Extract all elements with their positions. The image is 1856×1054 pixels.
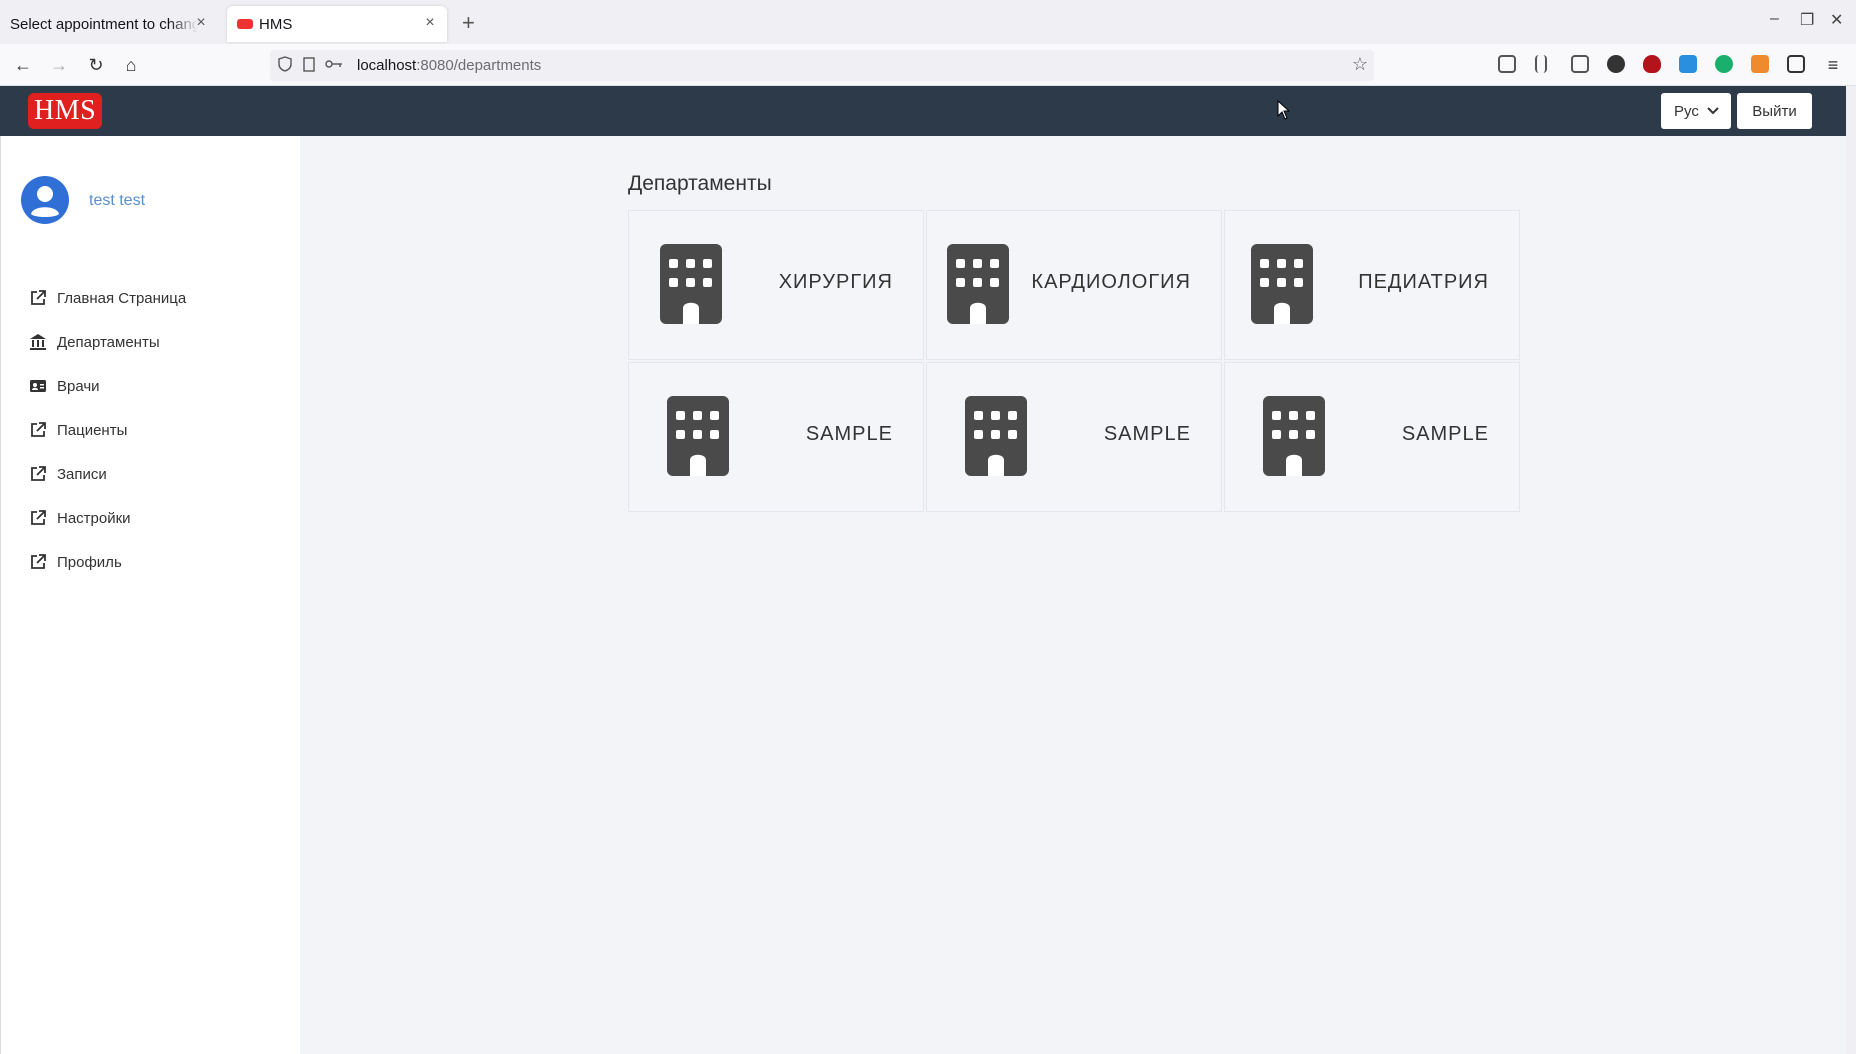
- tab-title: HMS: [259, 15, 293, 33]
- browser-tabbar: Select appointment to change × HMS × + –…: [0, 0, 1856, 44]
- user-avatar-icon[interactable]: [21, 176, 69, 224]
- sidebar-item-label: Главная Страница: [57, 289, 187, 307]
- external-link-icon: [31, 554, 46, 569]
- page-title: Департаменты: [628, 172, 772, 195]
- sidebar-item-settings[interactable]: Настройки: [29, 496, 186, 540]
- home-icon[interactable]: ⌂: [120, 54, 142, 76]
- sidebar-item-label: Пациенты: [57, 421, 128, 439]
- pocket-icon[interactable]: [1498, 55, 1516, 73]
- sidebar-icon[interactable]: [1571, 55, 1589, 73]
- extension-dark-icon[interactable]: [1607, 55, 1625, 73]
- chevron-down-icon: [1707, 104, 1719, 118]
- hms-favicon-icon: [237, 19, 253, 29]
- mouse-cursor-icon: [1277, 100, 1291, 120]
- department-name: ХИРУРГИЯ: [778, 271, 893, 293]
- language-select[interactable]: Рус: [1661, 93, 1731, 129]
- window-close-icon[interactable]: ✕: [1830, 10, 1843, 30]
- username[interactable]: test test: [89, 192, 145, 210]
- reload-icon[interactable]: ↻: [85, 54, 107, 76]
- logout-button[interactable]: Выйти: [1737, 93, 1812, 129]
- security-icons: [278, 56, 348, 75]
- department-card[interactable]: SAMPLE: [926, 362, 1222, 512]
- close-icon[interactable]: ×: [421, 14, 439, 32]
- sidebar-item-departments[interactable]: Департаменты: [29, 320, 186, 364]
- url-bar[interactable]: localhost:8080/departments ☆: [270, 50, 1374, 81]
- new-tab-icon[interactable]: +: [462, 10, 475, 36]
- extension-orange-icon[interactable]: [1751, 55, 1769, 73]
- sidebar-item-label: Настройки: [57, 509, 131, 527]
- back-icon[interactable]: ←: [12, 54, 34, 76]
- menu-hamburger-icon[interactable]: ≡: [1822, 54, 1844, 76]
- sidebar-item-doctors[interactable]: Врачи: [29, 364, 186, 408]
- department-name: SAMPLE: [805, 423, 893, 445]
- building-icon: [965, 396, 1027, 476]
- extension-blue-icon[interactable]: [1679, 55, 1697, 73]
- ublock-icon[interactable]: [1643, 55, 1661, 73]
- main-content: Департаменты ХИРУРГИЯ КАРДИОЛОГИЯ ПЕДИАТ…: [300, 136, 1846, 1054]
- browser-tab-hms[interactable]: HMS ×: [227, 6, 447, 42]
- bank-icon: [30, 334, 46, 350]
- department-card[interactable]: ПЕДИАТРИЯ: [1224, 210, 1520, 360]
- department-card[interactable]: ХИРУРГИЯ: [628, 210, 924, 360]
- department-card[interactable]: SAMPLE: [628, 362, 924, 512]
- forward-icon[interactable]: →: [48, 54, 70, 76]
- departments-grid: ХИРУРГИЯ КАРДИОЛОГИЯ ПЕДИАТРИЯ SAMPLE SA…: [628, 210, 1520, 512]
- department-name: SAMPLE: [1401, 423, 1489, 445]
- sidebar-item-label: Записи: [57, 465, 107, 483]
- building-icon: [1263, 396, 1325, 476]
- department-name: ПЕДИАТРИЯ: [1358, 271, 1489, 293]
- sidebar: test test Главная Страница Департаменты …: [0, 136, 300, 1054]
- department-name: КАРДИОЛОГИЯ: [1031, 271, 1191, 293]
- department-name: SAMPLE: [1103, 423, 1191, 445]
- building-icon: [660, 244, 722, 324]
- app-header: HMS Рус Выйти: [0, 86, 1846, 136]
- building-icon: [947, 244, 1009, 324]
- restore-icon[interactable]: ❐: [1800, 10, 1814, 30]
- url-text: localhost:8080/departments: [357, 57, 542, 74]
- extension-box-icon[interactable]: [1787, 55, 1805, 73]
- hms-logo[interactable]: HMS: [28, 93, 103, 129]
- sidebar-item-label: Профиль: [57, 553, 122, 571]
- close-icon[interactable]: ×: [192, 14, 210, 32]
- department-card[interactable]: КАРДИОЛОГИЯ: [926, 210, 1222, 360]
- sidebar-item-patients[interactable]: Пациенты: [29, 408, 186, 452]
- sidebar-item-label: Департаменты: [57, 333, 160, 351]
- sidebar-menu: Главная Страница Департаменты Врачи Паци…: [29, 276, 186, 584]
- building-icon: [1251, 244, 1313, 324]
- building-icon: [667, 396, 729, 476]
- minimize-icon[interactable]: –: [1770, 10, 1779, 28]
- bookmark-star-icon[interactable]: ☆: [1352, 54, 1368, 75]
- sidebar-item-profile[interactable]: Профиль: [29, 540, 186, 584]
- external-link-icon: [31, 422, 46, 437]
- language-label: Рус: [1674, 102, 1699, 120]
- id-card-icon: [30, 380, 46, 392]
- library-icon[interactable]: [1535, 55, 1547, 73]
- sidebar-item-label: Врачи: [57, 377, 100, 395]
- external-link-icon: [31, 290, 46, 305]
- browser-navbar: ← → ↻ ⌂ localhost:8080/departments ☆ ≡: [0, 44, 1856, 86]
- tab-title: Select appointment to change: [10, 15, 198, 33]
- sidebar-item-home[interactable]: Главная Страница: [29, 276, 186, 320]
- external-link-icon: [31, 510, 46, 525]
- sidebar-item-appointments[interactable]: Записи: [29, 452, 186, 496]
- browser-tab-appointments[interactable]: Select appointment to change ×: [0, 6, 218, 42]
- grammarly-icon[interactable]: [1715, 55, 1733, 73]
- external-link-icon: [31, 466, 46, 481]
- department-card[interactable]: SAMPLE: [1224, 362, 1520, 512]
